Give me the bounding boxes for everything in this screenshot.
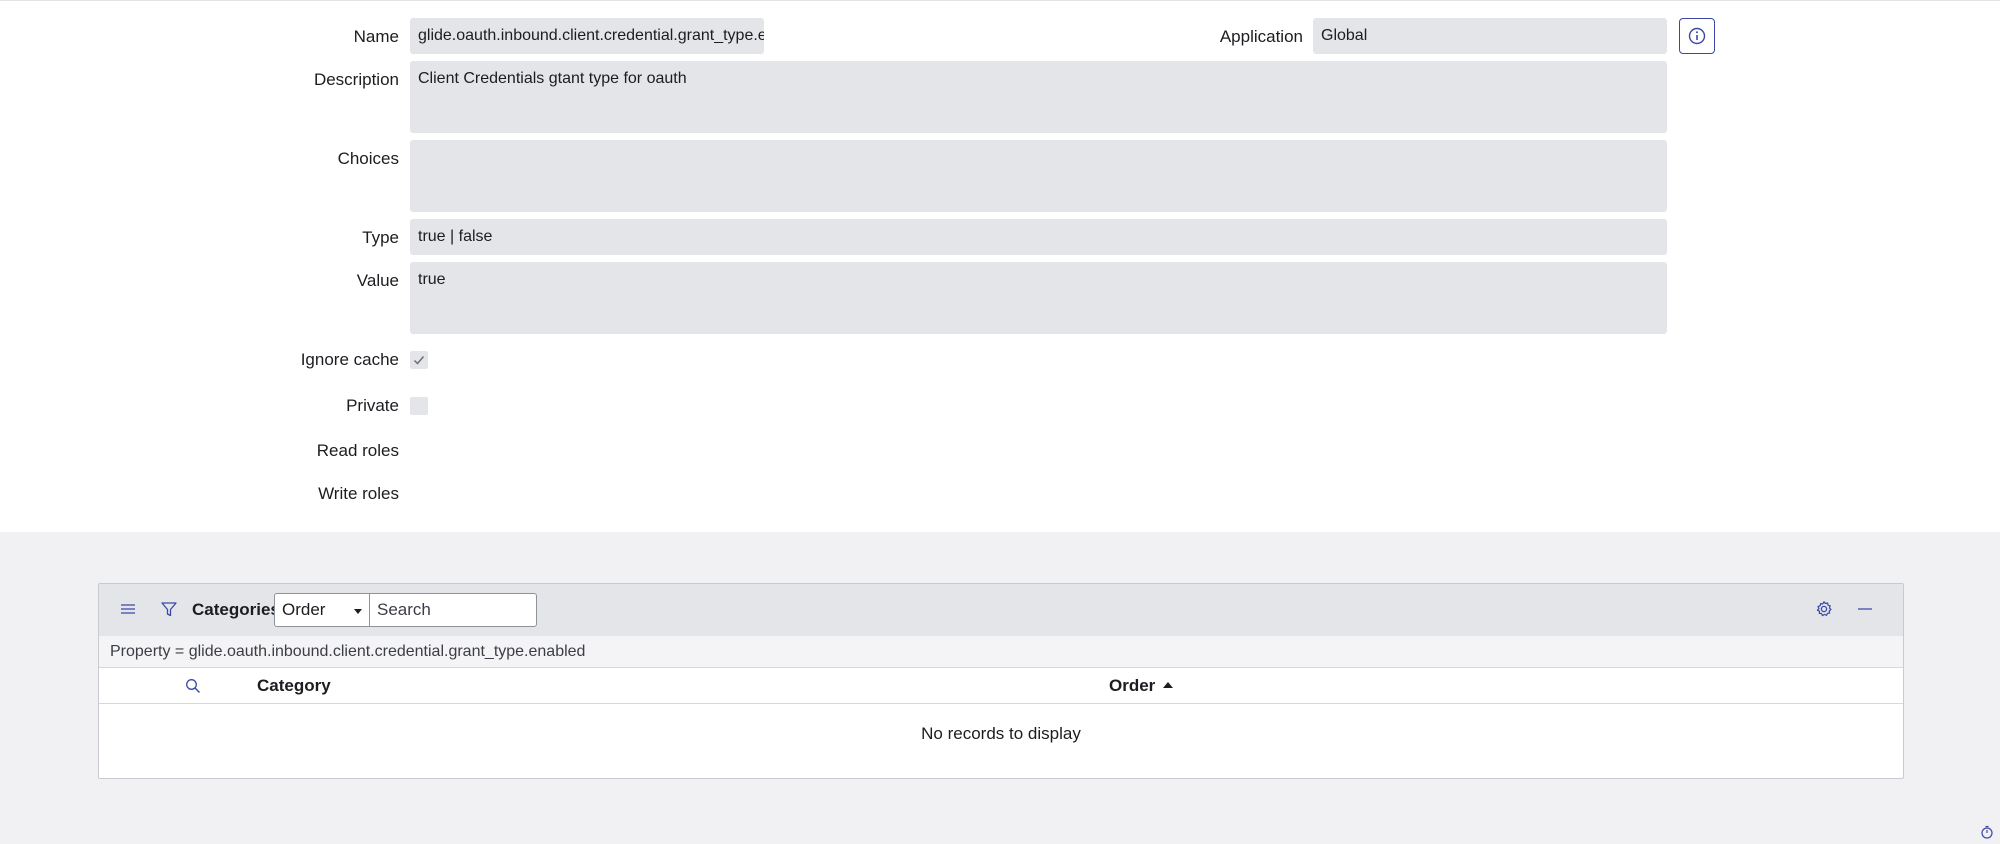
empty-state-message: No records to display — [921, 724, 1081, 743]
column-header-order-label: Order — [1109, 676, 1156, 695]
name-label: Name — [353, 27, 399, 46]
value-field[interactable]: true — [410, 262, 1667, 334]
menu-icon[interactable] — [117, 598, 139, 620]
column-header-category[interactable]: Category — [257, 676, 331, 696]
value-label: Value — [356, 271, 399, 290]
ignore-cache-checkbox[interactable] — [410, 351, 428, 369]
filter-breadcrumb[interactable]: Property = glide.oauth.inbound.client.cr… — [99, 636, 1903, 668]
related-list-title: Categories — [192, 600, 280, 619]
column-header-order[interactable]: Order — [1109, 676, 1174, 696]
read-roles-label: Read roles — [316, 441, 399, 460]
choices-field[interactable] — [410, 140, 1667, 212]
related-list-toolbar: Categories Order — [99, 584, 1903, 636]
info-icon — [1688, 27, 1706, 45]
write-roles-label: Write roles — [318, 484, 399, 503]
private-label: Private — [346, 396, 399, 415]
search-icon[interactable] — [183, 676, 203, 696]
sort-ascending-icon — [1163, 682, 1174, 688]
minimize-icon[interactable] — [1854, 598, 1876, 620]
name-field[interactable]: glide.oauth.inbound.client.credential.gr… — [410, 18, 764, 54]
search-input[interactable] — [369, 593, 537, 627]
chevron-down-icon — [354, 609, 362, 614]
table-header: Category Order — [99, 668, 1903, 704]
choices-label: Choices — [337, 149, 399, 168]
filter-icon[interactable] — [158, 598, 180, 620]
application-field[interactable]: Global — [1313, 18, 1667, 54]
application-label: Application — [1219, 27, 1303, 46]
info-button[interactable] — [1679, 18, 1715, 54]
select-value: Order — [282, 600, 326, 619]
description-label: Description — [313, 70, 399, 89]
type-field[interactable]: true | false — [410, 219, 1667, 255]
record-form: Name glide.oauth.inbound.client.credenti… — [0, 0, 2000, 532]
categories-related-list: Categories Order Property = glide.oauth.… — [98, 583, 1904, 779]
gear-icon[interactable] — [1813, 598, 1835, 620]
private-checkbox[interactable] — [410, 397, 428, 415]
stopwatch-icon[interactable] — [1980, 825, 1994, 844]
description-field[interactable]: Client Credentials gtant type for oauth — [410, 61, 1667, 133]
search-field-select[interactable]: Order — [274, 593, 370, 627]
checkmark-icon — [413, 356, 425, 365]
type-label: Type — [362, 228, 399, 247]
ignore-cache-label: Ignore cache — [300, 350, 399, 369]
